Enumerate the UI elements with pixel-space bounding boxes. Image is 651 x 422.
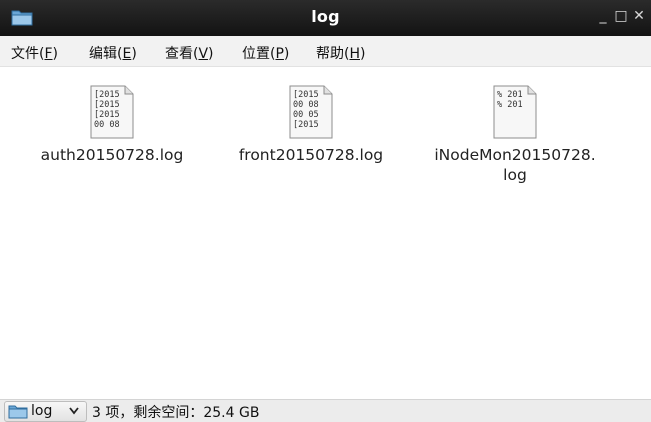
location-label: log bbox=[31, 403, 53, 419]
file-name-line2: log bbox=[503, 166, 527, 184]
menu-view[interactable]: 查看(V) bbox=[165, 43, 214, 63]
menu-location[interactable]: 位置(P) bbox=[242, 43, 289, 63]
svg-text:[2015: [2015 bbox=[94, 110, 120, 120]
file-name: iNodeMon20150728. log bbox=[420, 145, 610, 185]
status-bar: log 3 项，剩余空间：25.4 GB bbox=[0, 399, 651, 422]
svg-text:[2015: [2015 bbox=[94, 90, 120, 100]
close-button[interactable]: ✕ bbox=[629, 5, 649, 27]
svg-text:00 05: 00 05 bbox=[293, 110, 319, 120]
text-file-icon: [2015 [2015 [2015 00 08 bbox=[90, 85, 134, 139]
svg-text:[2015: [2015 bbox=[94, 100, 120, 110]
minimize-button[interactable]: _ bbox=[593, 5, 613, 27]
chevron-down-icon bbox=[69, 407, 79, 415]
file-view[interactable]: [2015 [2015 [2015 00 08 auth20150728.log… bbox=[0, 67, 651, 399]
window-title: log bbox=[311, 7, 340, 26]
status-summary: 3 项，剩余空间：25.4 GB bbox=[92, 405, 260, 421]
menu-bar: 文件(F) 编辑(E) 查看(V) 位置(P) 帮助(H) bbox=[0, 36, 651, 67]
text-file-icon: % 201 % 201 bbox=[493, 85, 537, 139]
file-name: front20150728.log bbox=[238, 146, 384, 164]
svg-text:% 201: % 201 bbox=[497, 90, 523, 100]
svg-text:[2015: [2015 bbox=[293, 90, 319, 100]
title-bar: log _ □ ✕ bbox=[0, 0, 651, 36]
file-item[interactable]: % 201 % 201 iNodeMon20150728. log bbox=[420, 85, 610, 185]
svg-text:00 08: 00 08 bbox=[94, 120, 120, 130]
menu-help[interactable]: 帮助(H) bbox=[316, 43, 365, 63]
file-item[interactable]: [2015 [2015 [2015 00 08 auth20150728.log bbox=[17, 85, 207, 165]
file-name: auth20150728.log bbox=[40, 146, 184, 164]
menu-file[interactable]: 文件(F) bbox=[11, 43, 58, 63]
svg-text:00 08: 00 08 bbox=[293, 100, 319, 110]
maximize-button[interactable]: □ bbox=[611, 5, 631, 27]
text-file-icon: [2015 00 08 00 05 [2015 bbox=[289, 85, 333, 139]
svg-text:% 201: % 201 bbox=[497, 100, 523, 110]
svg-text:[2015: [2015 bbox=[293, 120, 319, 130]
folder-icon bbox=[8, 405, 28, 419]
menu-edit[interactable]: 编辑(E) bbox=[89, 43, 137, 63]
location-button[interactable]: log bbox=[4, 401, 87, 422]
file-item[interactable]: [2015 00 08 00 05 [2015 front20150728.lo… bbox=[216, 85, 406, 165]
file-name-line1: iNodeMon20150728. bbox=[434, 146, 596, 164]
